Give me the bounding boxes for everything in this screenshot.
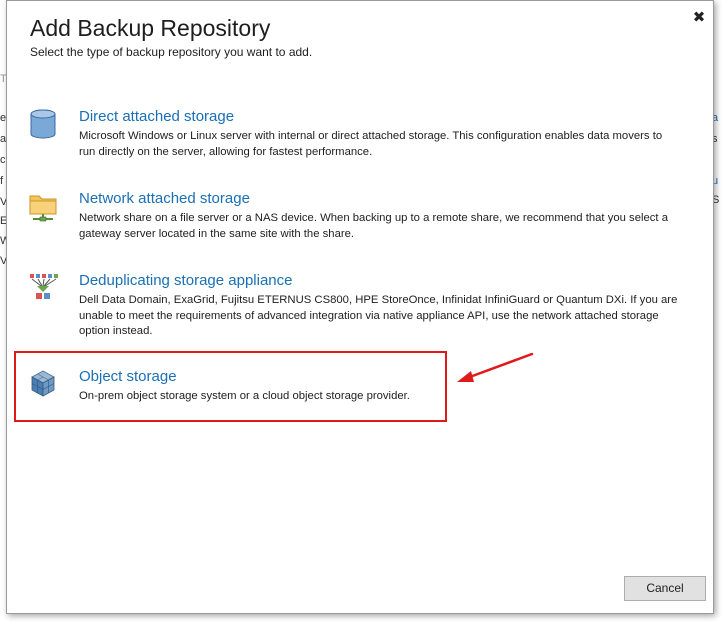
close-button[interactable]: ✖	[691, 10, 707, 26]
option-title: Direct attached storage	[79, 108, 235, 125]
dialog-title: Add Backup Repository	[30, 15, 271, 41]
option-object-storage[interactable]: Object storage On-prem object storage sy…	[27, 368, 667, 408]
network-folder-icon	[29, 195, 57, 222]
option-title: Deduplicating storage appliance	[79, 272, 293, 289]
option-network-attached-storage[interactable]: Network attached storage Network share o…	[27, 190, 668, 242]
close-icon: ✖	[692, 9, 706, 26]
option-description: On-prem object storage system or a cloud…	[79, 390, 410, 402]
option-deduplicating-storage-appliance[interactable]: Deduplicating storage appliance Dell Dat…	[27, 272, 677, 342]
annotation-arrow-icon	[457, 352, 534, 382]
cancel-button[interactable]: Cancel	[624, 576, 706, 601]
option-description: Microsoft Windows or Linux server with i…	[79, 130, 663, 158]
deduplication-icon	[30, 274, 58, 299]
option-direct-attached-storage[interactable]: Direct attached storage Microsoft Window…	[27, 108, 667, 160]
option-title: Network attached storage	[79, 190, 250, 207]
dialog-subtitle: Select the type of backup repository you…	[30, 45, 313, 59]
option-description: Network share on a file server or a NAS …	[79, 212, 668, 240]
database-icon	[30, 109, 56, 139]
add-backup-repository-dialog: Add Backup Repository Select the type of…	[6, 0, 714, 614]
option-title: Object storage	[79, 368, 177, 385]
object-storage-cube-icon	[31, 370, 55, 397]
option-description: Dell Data Domain, ExaGrid, Fujitsu ETERN…	[79, 294, 678, 337]
